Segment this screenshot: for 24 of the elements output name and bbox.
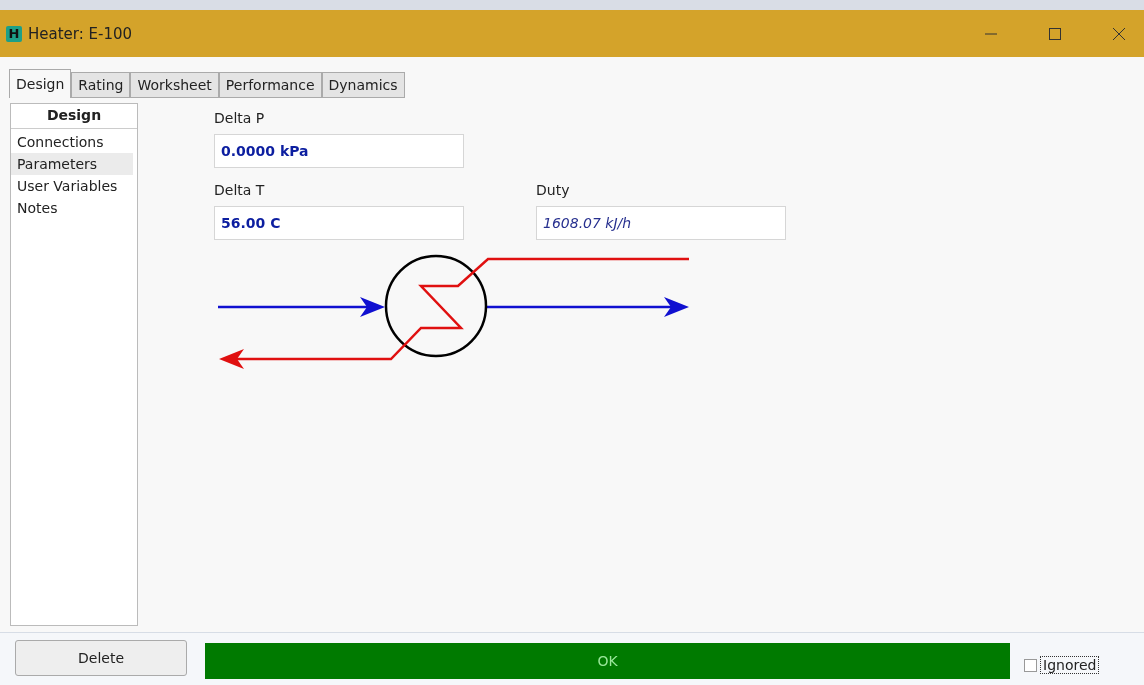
field-label: Duty [536,182,571,198]
sidebar-item[interactable]: User Variables [11,175,133,197]
tab[interactable]: Performance [218,72,322,98]
ignored-checkbox[interactable] [1024,658,1037,672]
input-field[interactable]: 1608.07 kJ/h [536,206,786,240]
status-bar: OK [205,643,1010,679]
maximize-icon[interactable] [1048,26,1062,41]
tab[interactable]: Worksheet [130,72,219,98]
app-icon: H [6,25,22,42]
input-field[interactable]: 56.00 C [214,206,464,240]
delete-button[interactable]: Delete [15,640,187,676]
sidebar-item[interactable]: Parameters [11,153,133,175]
sidebar-item[interactable]: Connections [11,131,133,153]
tab[interactable]: Design [9,69,72,98]
close-icon[interactable] [1112,26,1126,41]
field-label: Delta T [214,182,266,198]
window-title: Heater: E-100 [28,24,133,43]
input-field[interactable]: 0.0000 kPa [214,134,464,168]
field-label: Delta P [214,110,266,126]
sidebar-item[interactable]: Notes [11,197,133,219]
sidebar-header: Design [11,104,137,129]
tab[interactable]: Dynamics [321,72,405,98]
tab[interactable]: Rating [71,72,131,98]
checkbox-label: Ignored [1040,656,1100,674]
